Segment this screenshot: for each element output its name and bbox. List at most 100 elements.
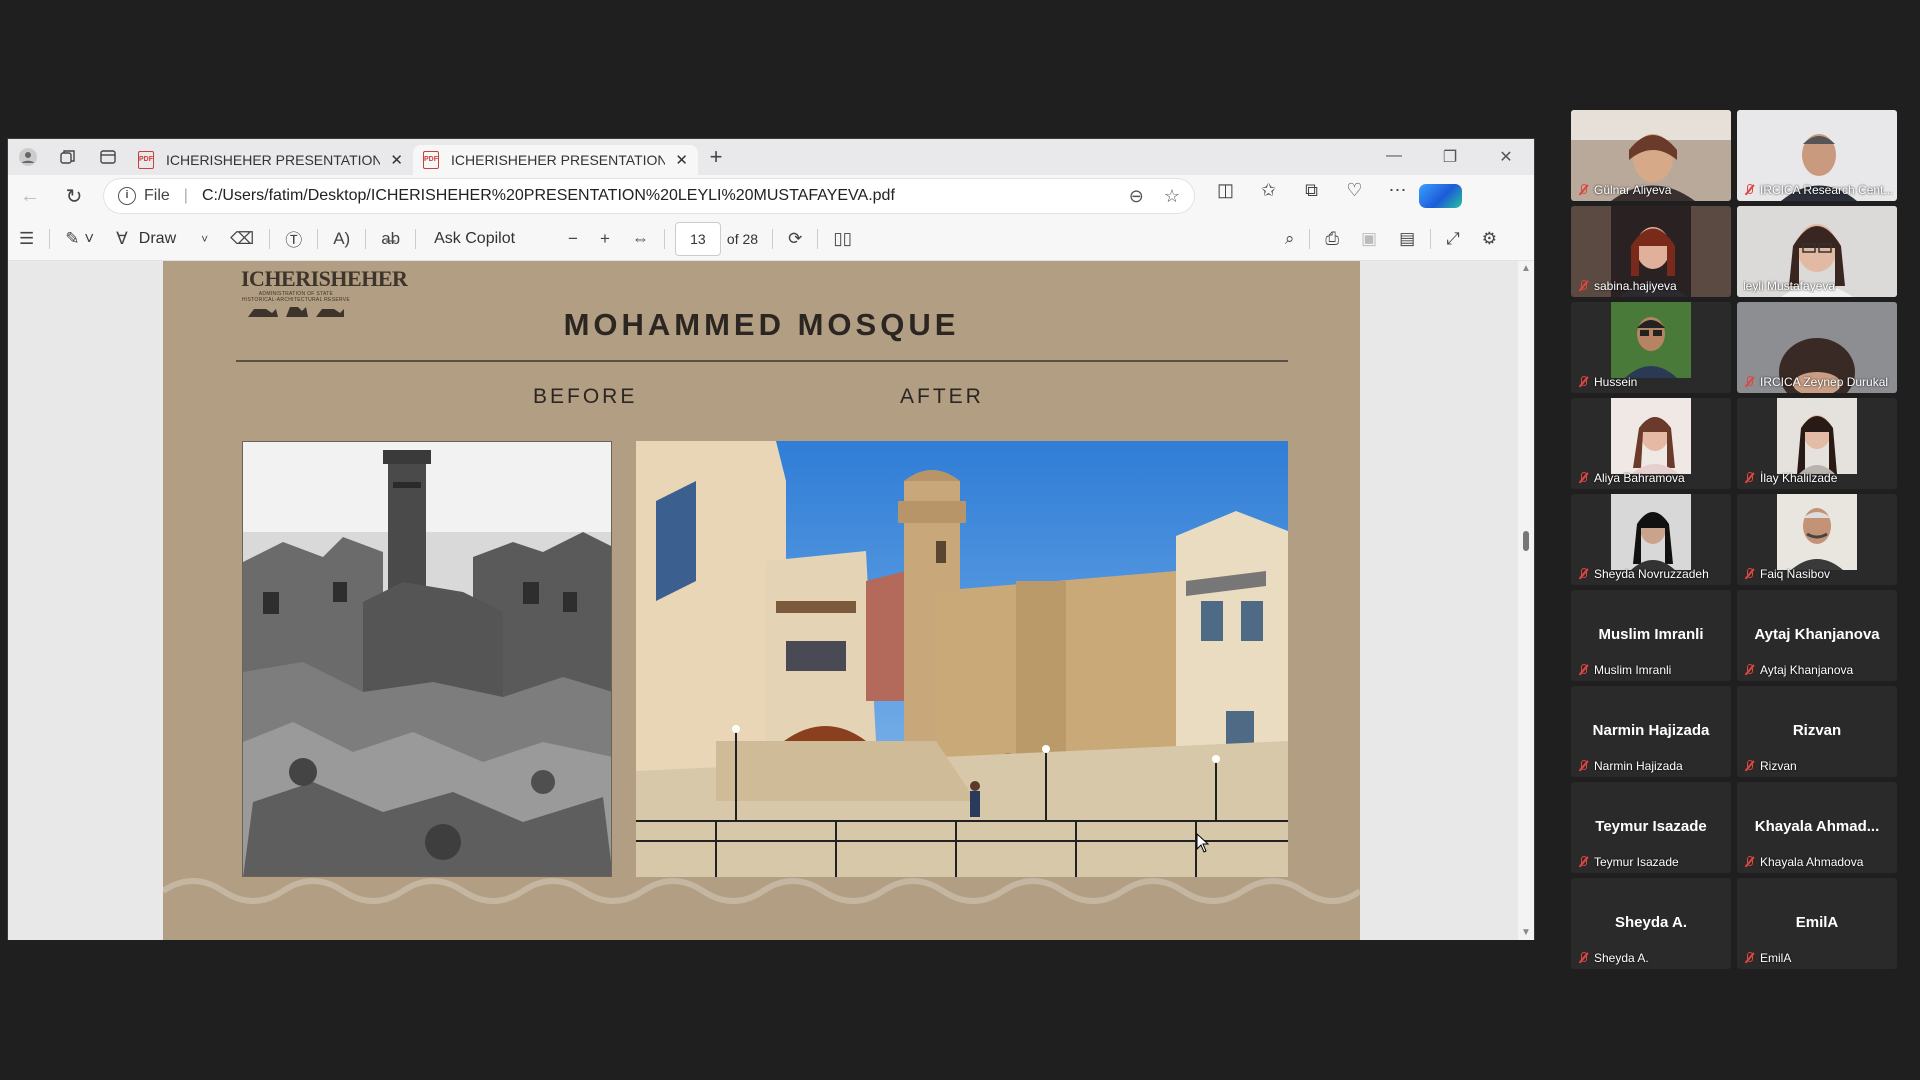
pdf-icon: PDF xyxy=(138,151,154,169)
muted-mic-icon xyxy=(1743,664,1755,676)
participant-display-name: Aytaj Khanjanova xyxy=(1754,626,1880,643)
profile-icon[interactable] xyxy=(8,139,48,175)
participant-tile[interactable]: Rizvan Rizvan xyxy=(1737,686,1897,777)
muted-mic-icon xyxy=(1743,568,1755,580)
ask-copilot-button[interactable]: Ask Copilot xyxy=(434,230,515,248)
participant-name-label: Faiq Nasibov xyxy=(1743,567,1893,581)
tab-1[interactable]: PDF ICHERISHEHER PRESENTATION L ✕ xyxy=(128,145,413,175)
participant-tile[interactable]: Sheyda Novruzzadeh xyxy=(1571,494,1731,585)
participant-name-label: IRCICA Zeynep Durukal xyxy=(1743,375,1893,389)
participant-display-name: Teymur Isazade xyxy=(1595,818,1707,835)
participant-name-label: Sheyda Novruzzadeh xyxy=(1577,567,1727,581)
participant-tile[interactable]: Gülnar Aliyeva xyxy=(1571,110,1731,201)
new-tab-button[interactable]: + xyxy=(698,144,734,170)
add-text-icon[interactable]: Ⓣ xyxy=(274,226,313,251)
collections-icon[interactable]: ⧉ xyxy=(1290,180,1333,213)
minimize-icon[interactable]: — xyxy=(1366,147,1422,167)
scroll-up-icon[interactable]: ▲ xyxy=(1521,263,1531,274)
participant-tile[interactable]: IRCICA Research Cent... xyxy=(1737,110,1897,201)
tab-bar: PDF ICHERISHEHER PRESENTATION L ✕ PDF IC… xyxy=(8,139,1534,175)
url-text[interactable]: C:/Users/fatim/Desktop/ICHERISHEHER%20PR… xyxy=(202,187,1109,205)
divider xyxy=(365,228,367,249)
close-tab-icon[interactable]: ✕ xyxy=(390,151,403,169)
page-view-icon[interactable]: ▯▯ xyxy=(822,229,863,249)
muted-mic-icon xyxy=(1743,856,1755,868)
muted-mic-icon xyxy=(1577,568,1589,580)
participant-tile[interactable]: İlay Khalilzade xyxy=(1737,398,1897,489)
participant-video xyxy=(1611,494,1691,570)
restore-icon[interactable]: ❐ xyxy=(1422,147,1478,167)
muted-mic-icon xyxy=(1577,376,1589,388)
muted-mic-icon xyxy=(1577,472,1589,484)
close-tab-icon[interactable]: ✕ xyxy=(675,151,688,169)
scroll-thumb[interactable] xyxy=(1523,531,1529,551)
url-field[interactable]: i File | C:/Users/fatim/Desktop/ICHERISH… xyxy=(104,179,1194,213)
fit-width-icon[interactable]: ⇔ xyxy=(621,229,660,249)
participant-name-label: Muslim Imranli xyxy=(1577,663,1727,677)
page-number-input[interactable]: 13 xyxy=(674,221,721,256)
refresh-icon[interactable]: ↻ xyxy=(52,184,96,209)
draw-button[interactable]: Draw xyxy=(139,230,176,248)
zoom-out-icon[interactable]: − xyxy=(557,229,589,249)
eraser-icon[interactable]: ⌫ xyxy=(219,229,265,249)
participant-display-name: Sheyda A. xyxy=(1615,914,1687,931)
pdf-icon: PDF xyxy=(423,151,439,169)
muted-mic-icon xyxy=(1577,664,1589,676)
contents-icon[interactable]: ☰ xyxy=(8,229,45,249)
copilot-icon[interactable] xyxy=(1419,180,1462,213)
participant-name-label: EmilA xyxy=(1743,951,1893,965)
zoom-icon[interactable]: ⊖ xyxy=(1129,186,1144,207)
draw-dropdown-icon[interactable]: ˅ xyxy=(190,232,219,246)
participant-display-name: EmilA xyxy=(1795,914,1839,931)
participant-tile[interactable]: EmilA EmilA xyxy=(1737,878,1897,969)
favorites-icon[interactable]: ✩ xyxy=(1247,180,1290,213)
participant-tile[interactable]: Hussein xyxy=(1571,302,1731,393)
participant-name-label: IRCICA Research Cent... xyxy=(1743,183,1893,197)
print-icon[interactable]: ⎙ xyxy=(1314,229,1350,249)
participant-tile[interactable]: Aliya Bahramova xyxy=(1571,398,1731,489)
participant-tile[interactable]: Teymur Isazade Teymur Isazade xyxy=(1571,782,1731,873)
participant-tile[interactable]: Narmin Hajizada Narmin Hajizada xyxy=(1571,686,1731,777)
muted-mic-icon xyxy=(1577,856,1589,868)
participant-tile[interactable]: Khayala Ahmad... Khayala Ahmadova xyxy=(1737,782,1897,873)
participant-video xyxy=(1611,398,1691,474)
info-icon[interactable]: i xyxy=(118,187,136,205)
back-icon[interactable]: ← xyxy=(8,185,52,208)
close-window-icon[interactable]: ✕ xyxy=(1478,147,1534,167)
rotate-icon[interactable]: ⟳ xyxy=(777,229,813,249)
browser-essentials-icon[interactable]: ♡ xyxy=(1333,180,1376,213)
tab-2[interactable]: PDF ICHERISHEHER PRESENTATION L ✕ xyxy=(413,145,698,175)
slide-title: MOHAMMED MOSQUE xyxy=(563,307,960,342)
participant-tile[interactable]: sabina.hajiyeva xyxy=(1571,206,1731,297)
settings-gear-icon[interactable]: ⚙ xyxy=(1471,229,1508,249)
vertical-tabs-icon[interactable] xyxy=(88,139,128,175)
after-photo xyxy=(636,441,1288,877)
participant-name-label: leyli Mustafayeva xyxy=(1743,279,1836,293)
highlight-icon[interactable]: ✎ ˅ xyxy=(54,229,105,249)
zoom-in-icon[interactable]: + xyxy=(589,229,621,249)
participant-tile-active-speaker[interactable]: leyli Mustafayeva xyxy=(1737,206,1897,297)
muted-mic-icon xyxy=(1577,280,1589,292)
participant-name-label: Hussein xyxy=(1577,375,1727,389)
participant-tile[interactable]: Faiq Nasibov xyxy=(1737,494,1897,585)
save-as-icon[interactable]: ▤ xyxy=(1388,229,1426,249)
favorite-star-icon[interactable]: ☆ xyxy=(1164,186,1180,207)
save-icon[interactable]: ▣ xyxy=(1350,229,1388,249)
search-icon[interactable]: ⌕ xyxy=(1274,229,1306,249)
divider xyxy=(317,228,319,249)
muted-mic-icon xyxy=(1743,472,1755,484)
fullscreen-icon[interactable]: ⤢ xyxy=(1435,229,1471,249)
split-screen-icon[interactable]: ◫ xyxy=(1204,180,1247,213)
participant-tile[interactable]: Muslim Imranli Muslim Imranli xyxy=(1571,590,1731,681)
participant-name-label: Teymur Isazade xyxy=(1577,855,1727,869)
more-icon[interactable]: ⋯ xyxy=(1376,180,1419,213)
participant-tile[interactable]: Aytaj Khanjanova Aytaj Khanjanova xyxy=(1737,590,1897,681)
participant-tile[interactable]: IRCICA Zeynep Durukal xyxy=(1737,302,1897,393)
workspaces-icon[interactable] xyxy=(48,139,88,175)
translate-icon[interactable]: a̶b xyxy=(370,229,411,249)
vertical-scrollbar[interactable]: ▲ ▼ xyxy=(1518,261,1534,940)
draw-icon[interactable]: ∀ xyxy=(105,229,139,249)
scroll-down-icon[interactable]: ▼ xyxy=(1521,927,1531,938)
read-aloud-icon[interactable]: A) xyxy=(322,229,361,249)
participant-tile[interactable]: Sheyda A. Sheyda A. xyxy=(1571,878,1731,969)
